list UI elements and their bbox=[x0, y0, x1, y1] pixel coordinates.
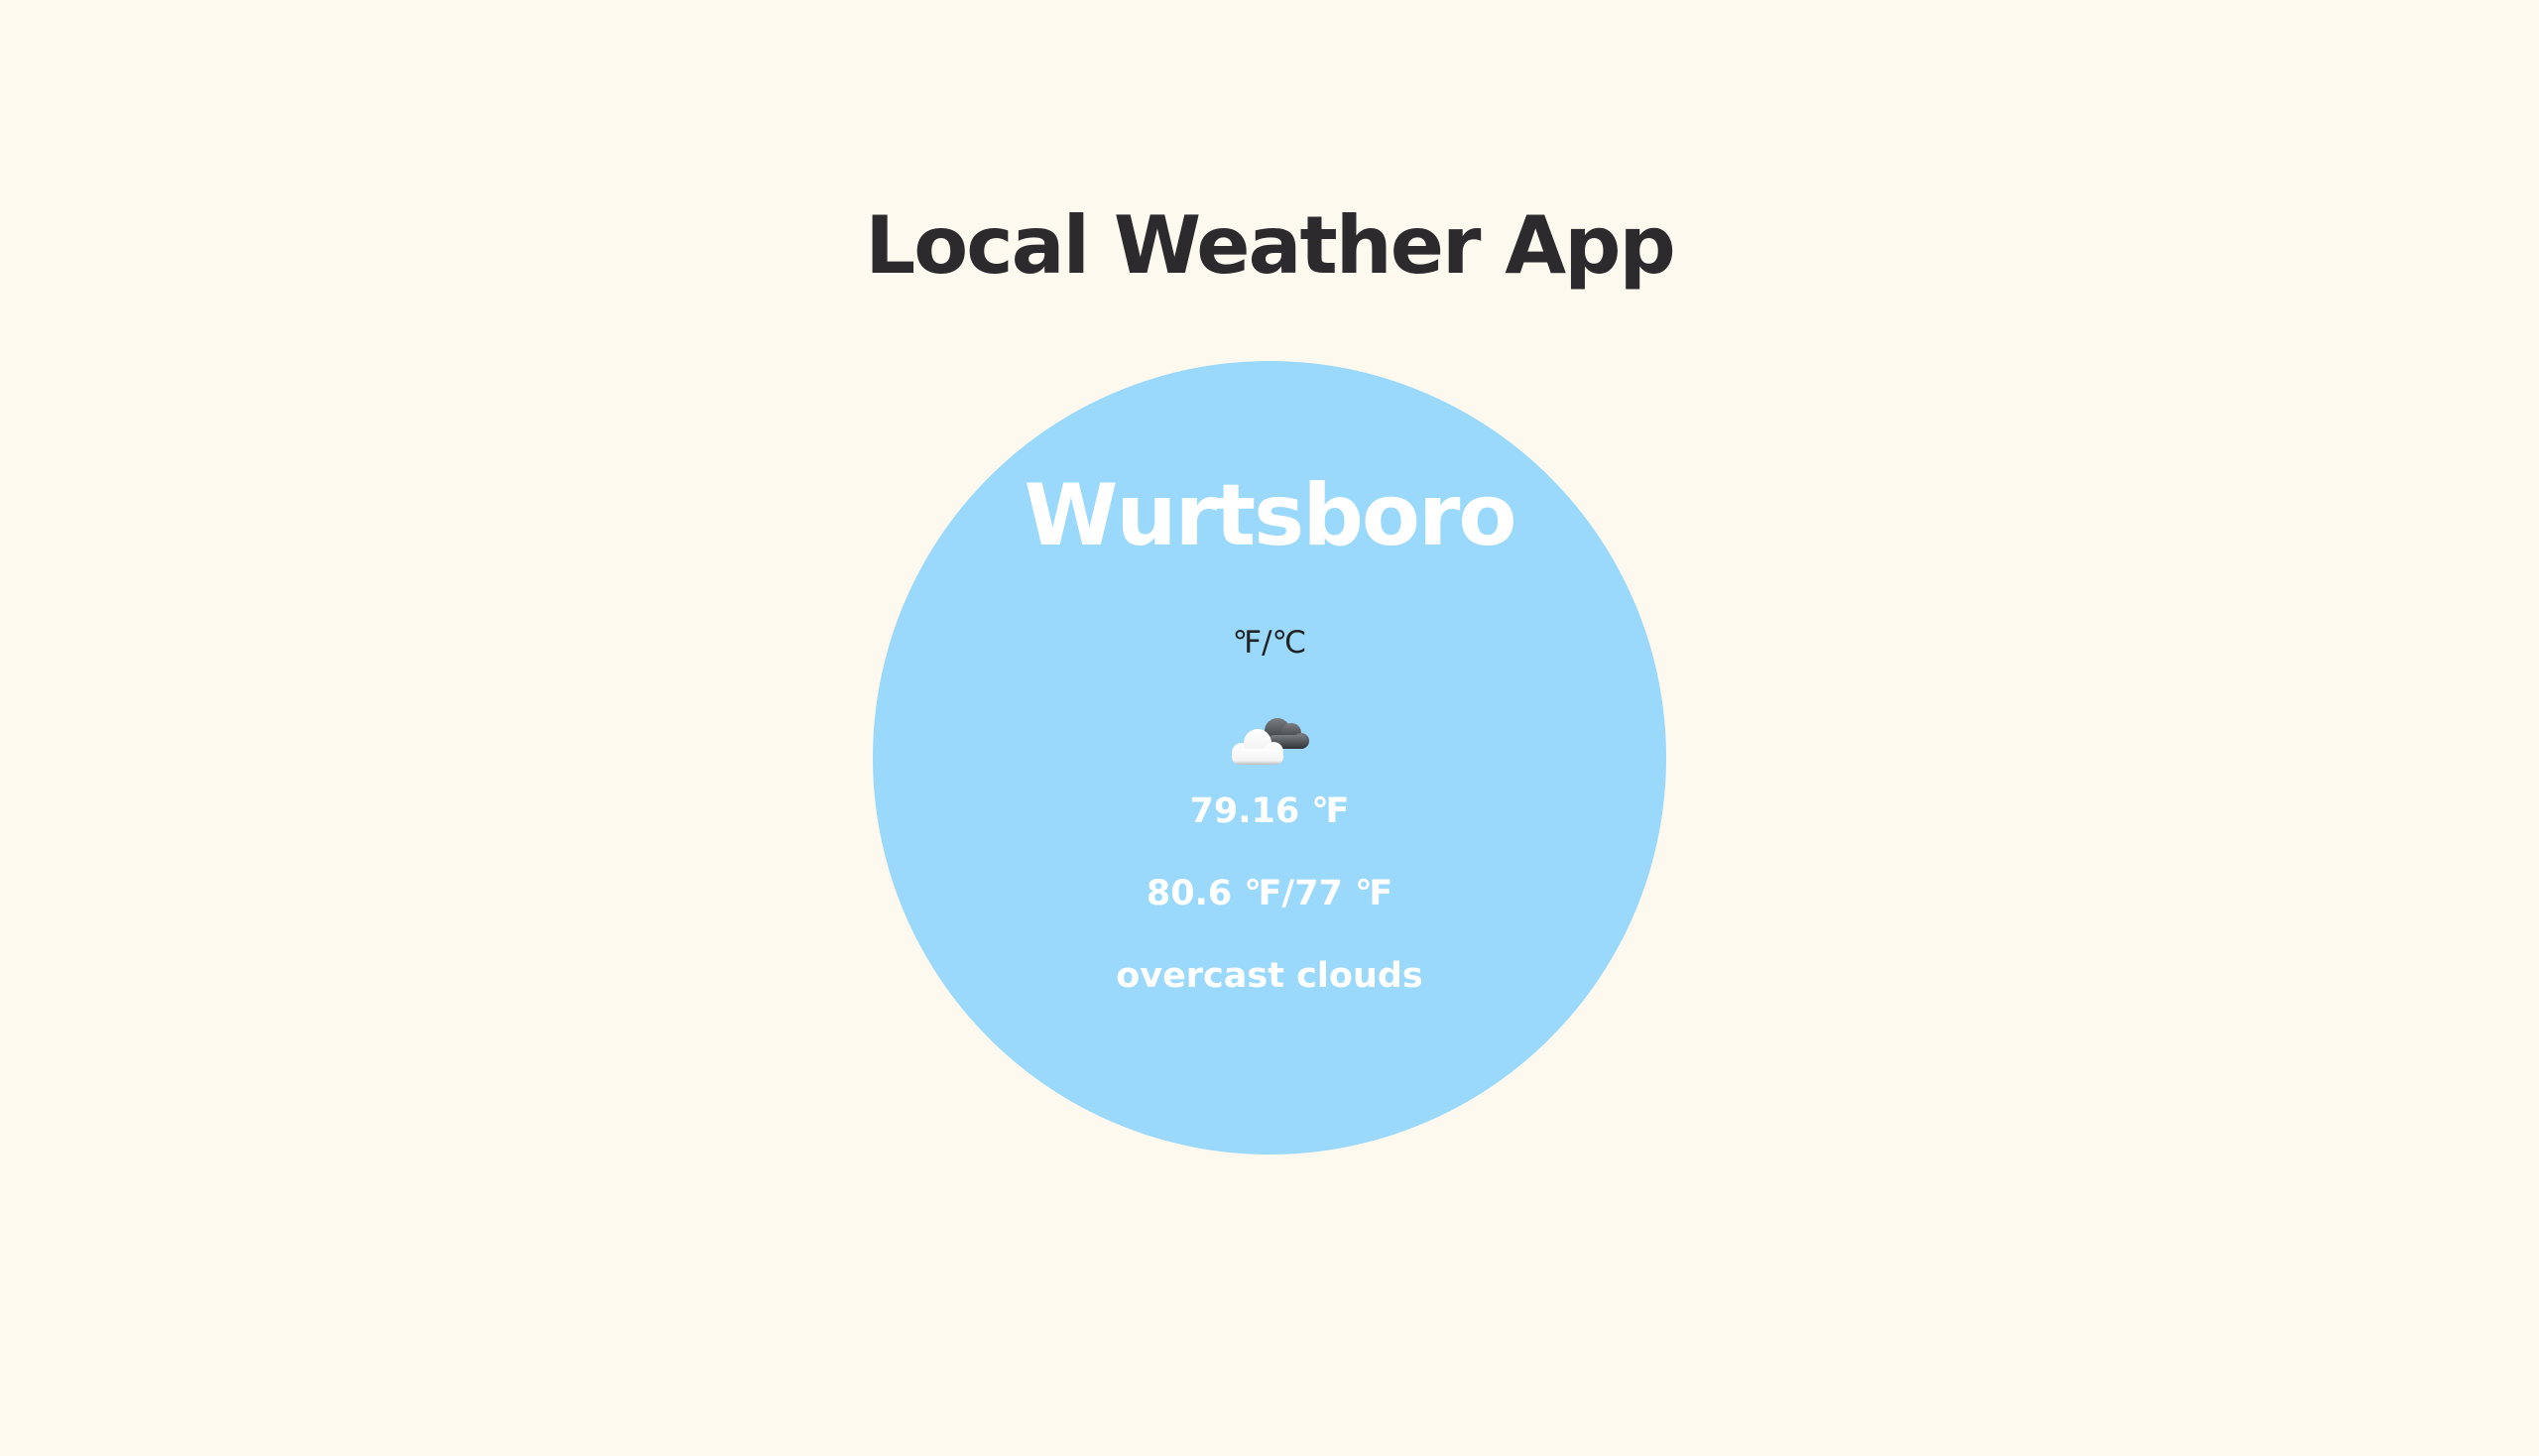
city-name: Wurtsboro bbox=[1024, 466, 1517, 565]
weather-card: Wurtsboro ℉/℃ 79.16 ℉ 80.6 ℉/77 ℉ overca… bbox=[873, 361, 1666, 1154]
weather-description: overcast clouds bbox=[1116, 956, 1423, 996]
temperature-range: 80.6 ℉/77 ℉ bbox=[1146, 874, 1393, 913]
unit-toggle-button[interactable]: ℉/℃ bbox=[1190, 615, 1349, 670]
overcast-cloud-icon bbox=[1220, 703, 1319, 773]
page-title: Local Weather App bbox=[865, 199, 1675, 292]
current-temperature: 79.16 ℉ bbox=[1189, 791, 1350, 831]
